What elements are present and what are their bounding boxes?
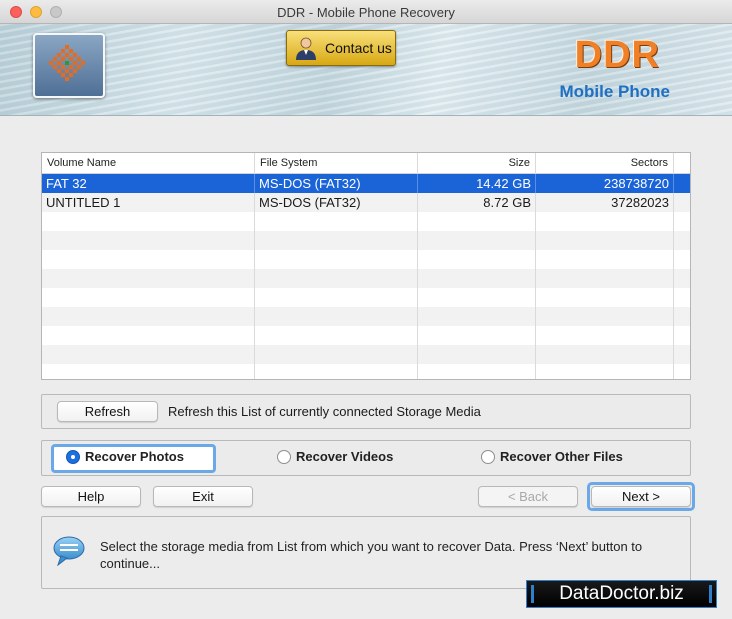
empty-row <box>42 250 690 269</box>
radio-checked-icon <box>66 449 80 464</box>
datadoctor-watermark: DataDoctor.biz <box>526 580 717 608</box>
empty-row <box>42 326 690 345</box>
header-banner: Contact us DDR Mobile Phone <box>0 24 732 116</box>
person-icon <box>296 37 316 60</box>
cell-volume-name: UNTITLED 1 <box>42 193 255 212</box>
column-header-spacer <box>674 153 690 174</box>
cell-size: 8.72 GB <box>418 193 536 212</box>
radio-unchecked-icon <box>481 449 495 464</box>
table-header: Volume Name File System Size Sectors <box>42 153 690 174</box>
cell-sectors: 238738720 <box>536 174 674 193</box>
recover-videos-radio[interactable]: Recover Videos <box>277 449 393 464</box>
column-header-size[interactable]: Size <box>418 153 536 174</box>
cell-sectors: 37282023 <box>536 193 674 212</box>
cell-file-system: MS-DOS (FAT32) <box>255 193 418 212</box>
table-row[interactable]: FAT 32 MS-DOS (FAT32) 14.42 GB 238738720 <box>42 174 690 193</box>
instruction-text: Select the storage media from List from … <box>100 539 643 571</box>
empty-row <box>42 364 690 379</box>
cell-file-system: MS-DOS (FAT32) <box>255 174 418 193</box>
window-title: DDR - Mobile Phone Recovery <box>277 5 455 20</box>
cell-size: 14.42 GB <box>418 174 536 193</box>
empty-row <box>42 288 690 307</box>
table-body: FAT 32 MS-DOS (FAT32) 14.42 GB 238738720… <box>42 174 690 379</box>
instruction-panel: Select the storage media from List from … <box>41 516 691 589</box>
storage-media-table[interactable]: Volume Name File System Size Sectors FAT… <box>41 152 691 380</box>
cell-volume-name: FAT 32 <box>42 174 255 193</box>
recover-videos-label: Recover Videos <box>296 449 394 464</box>
empty-row <box>42 231 690 250</box>
checkerboard-logo-icon <box>49 45 85 81</box>
app-logo <box>33 33 105 98</box>
refresh-description: Refresh this List of currently connected… <box>168 404 481 419</box>
recover-other-files-label: Recover Other Files <box>500 449 623 464</box>
contact-us-label: Contact us <box>325 40 392 56</box>
column-header-sectors[interactable]: Sectors <box>536 153 674 174</box>
recover-other-files-radio[interactable]: Recover Other Files <box>481 449 623 464</box>
empty-row <box>42 269 690 288</box>
contact-us-button[interactable]: Contact us <box>286 30 396 66</box>
table-row[interactable]: UNTITLED 1 MS-DOS (FAT32) 8.72 GB 372820… <box>42 193 690 212</box>
recover-photos-radio[interactable]: Recover Photos <box>66 449 184 464</box>
brand-subtitle: Mobile Phone <box>559 82 671 101</box>
column-header-file-system[interactable]: File System <box>255 153 418 174</box>
refresh-panel: Refresh Refresh this List of currently c… <box>41 394 691 429</box>
recover-photos-label: Recover Photos <box>85 449 184 464</box>
empty-row <box>42 212 690 231</box>
next-button[interactable]: Next > <box>591 486 691 507</box>
empty-row <box>42 307 690 326</box>
help-button[interactable]: Help <box>41 486 141 507</box>
exit-button[interactable]: Exit <box>153 486 253 507</box>
recover-type-panel: Recover Photos Recover Videos Recover Ot… <box>41 440 691 476</box>
speech-bubble-icon <box>53 536 85 567</box>
empty-row <box>42 345 690 364</box>
title-bar: DDR - Mobile Phone Recovery <box>0 0 732 24</box>
radio-unchecked-icon <box>277 449 291 464</box>
column-header-volume-name[interactable]: Volume Name <box>42 153 255 174</box>
brand-name: DDR <box>574 34 660 76</box>
back-button[interactable]: < Back <box>478 486 578 507</box>
refresh-button[interactable]: Refresh <box>57 401 158 422</box>
